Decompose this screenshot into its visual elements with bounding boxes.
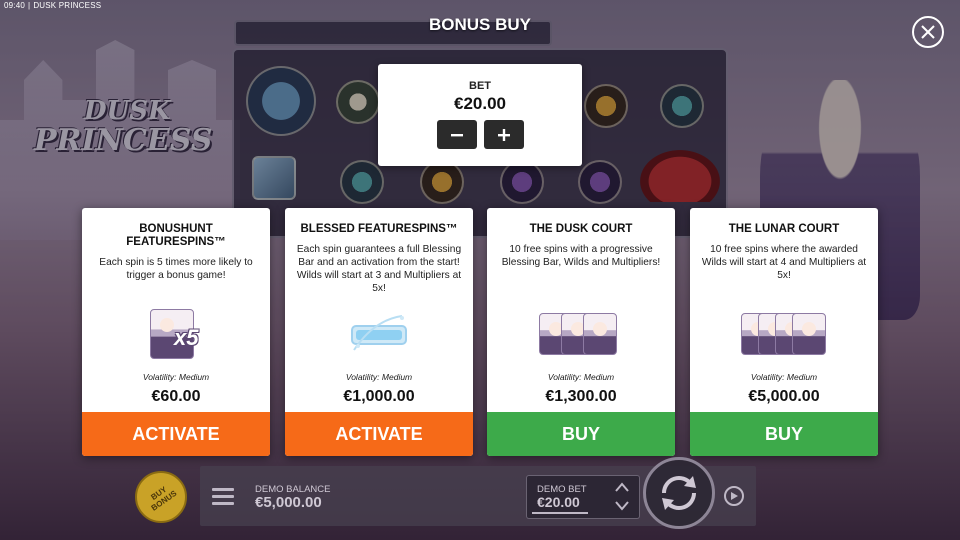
multiplier-badge: x5 — [174, 325, 199, 350]
card-art — [690, 304, 878, 366]
buy-button[interactable]: BUY — [487, 412, 675, 456]
autoplay-button[interactable] — [724, 486, 744, 506]
bet-value: €20.00 — [454, 94, 506, 113]
bonus-card-dusk-court: THE DUSK COURT 10 free spins with a prog… — [487, 208, 675, 456]
page-title: BONUS BUY — [428, 15, 531, 34]
buy-button[interactable]: BUY — [690, 412, 878, 456]
princess-portrait-icon — [792, 313, 826, 355]
balance-value: €5,000.00 — [255, 494, 322, 511]
card-volatility: Volatility: Medium — [142, 372, 210, 382]
close-icon — [921, 25, 935, 39]
card-price: €1,000.00 — [343, 388, 415, 405]
card-price: €1,300.00 — [545, 388, 617, 405]
close-button[interactable] — [912, 16, 944, 48]
blessing-bar-icon — [351, 315, 407, 351]
card-volatility: Volatility: Medium — [750, 372, 818, 382]
card-art: x5 — [82, 304, 270, 366]
spin-icon — [662, 476, 696, 510]
buy-bonus-button[interactable]: BUY BONUS — [135, 471, 187, 523]
buy-bonus-label: BUY BONUS — [144, 481, 178, 513]
card-art — [285, 304, 473, 366]
status-bar: 09:40DUSK PRINCESS — [4, 1, 101, 10]
game-name: DUSK PRINCESS — [25, 1, 101, 10]
clock-time: 09:40 — [4, 1, 26, 10]
activate-button[interactable]: ACTIVATE — [82, 412, 270, 456]
minus-icon — [450, 133, 463, 136]
bet-controls — [378, 120, 582, 149]
bonus-card-blessed: BLESSED FEATURESPINS™ Each spin guarante… — [285, 208, 473, 456]
card-title: THE LUNAR COURT — [728, 223, 840, 235]
plus-icon — [497, 128, 510, 141]
card-description: 10 free spins where the awarded Wilds wi… — [701, 244, 867, 281]
bonus-card-bonushunt: BONUSHUNT FEATURESPINS™ Each spin is 5 t… — [82, 208, 270, 456]
demo-bet-value: €20.00 — [537, 494, 580, 510]
card-price: €60.00 — [151, 388, 201, 405]
decrease-bet-button[interactable] — [436, 120, 477, 149]
increase-bet-button[interactable] — [483, 120, 524, 149]
card-title: BONUSHUNT FEATURESPINS™ — [126, 223, 226, 248]
card-art — [487, 304, 675, 366]
card-volatility: Volatility: Medium — [345, 372, 413, 382]
bet-panel: BET €20.00 — [378, 64, 582, 166]
chevron-down-icon[interactable] — [614, 500, 630, 512]
card-volatility: Volatility: Medium — [547, 372, 615, 382]
activate-button[interactable]: ACTIVATE — [285, 412, 473, 456]
bet-label: BET — [469, 80, 491, 92]
card-description: Each spin is 5 times more likely to trig… — [99, 257, 253, 281]
bet-underline — [532, 512, 588, 514]
spin-button[interactable] — [643, 457, 715, 529]
bonus-card-lunar-court: THE LUNAR COURT 10 free spins where the … — [690, 208, 878, 456]
card-title: BLESSED FEATURESPINS™ — [300, 223, 458, 235]
card-price: €5,000.00 — [748, 388, 820, 405]
autoplay-icon — [731, 492, 738, 500]
princess-portrait-icon — [583, 313, 617, 355]
card-description: 10 free spins with a progressive Blessin… — [501, 244, 661, 268]
chevron-up-icon[interactable] — [614, 481, 630, 493]
card-title: THE DUSK COURT — [529, 223, 633, 235]
card-description: Each spin guarantees a full Blessing Bar… — [296, 244, 462, 294]
hamburger-menu-icon[interactable] — [212, 488, 234, 506]
